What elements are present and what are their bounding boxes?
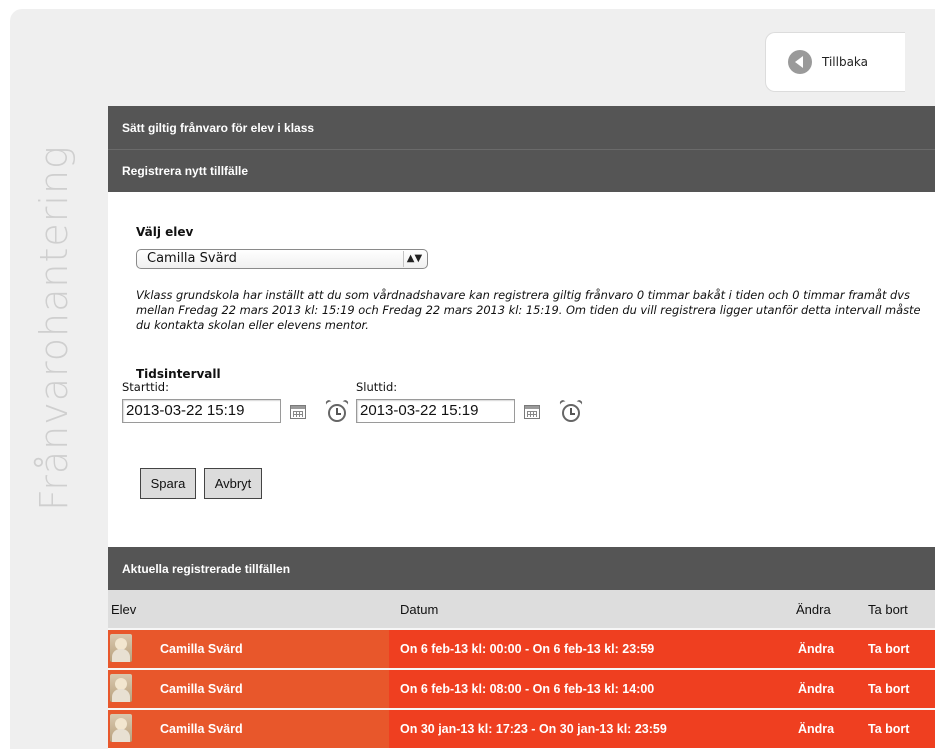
info-text: Vklass grundskola har inställt att du so…: [136, 288, 921, 332]
top-strip: [0, 0, 935, 8]
row-student-name[interactable]: Camilla Svärd: [160, 710, 243, 748]
row-delete-link[interactable]: Ta bort: [868, 710, 909, 748]
student-avatar: [110, 674, 132, 702]
row-date: On 6 feb-13 kl: 00:00 - On 6 feb-13 kl: …: [400, 642, 655, 656]
table-row[interactable]: Camilla Svärd On 6 feb-13 kl: 08:00 - On…: [108, 668, 935, 708]
register-form: Välj elev Camilla Svärd ▲▼ Vklass grunds…: [108, 192, 935, 547]
elev-cell: [108, 670, 388, 708]
table-row[interactable]: Camilla Svärd On 6 feb-13 kl: 00:00 - On…: [108, 628, 935, 668]
elev-cell: [108, 630, 388, 668]
row-edit-link[interactable]: Ändra: [798, 670, 834, 708]
up-down-arrows-icon: ▲▼: [403, 251, 425, 267]
table-header: Elev Datum Ändra Ta bort: [108, 590, 935, 628]
elev-cell: [108, 710, 388, 748]
student-avatar: [110, 714, 132, 742]
row-edit-link[interactable]: Ändra: [798, 710, 834, 748]
start-clock-icon[interactable]: [326, 400, 348, 424]
start-time-input[interactable]: 2013-03-22 15:19: [122, 399, 281, 423]
column-header-elev: Elev: [111, 601, 137, 617]
sidebar-title: Frånvarohantering: [24, 118, 84, 538]
save-button[interactable]: Spara: [140, 468, 196, 499]
row-date: On 30 jan-13 kl: 17:23 - On 30 jan-13 kl…: [400, 722, 667, 736]
section-header-set-absence: Sätt giltig frånvaro för elev i klass: [108, 106, 935, 149]
back-button[interactable]: Tillbaka: [765, 32, 905, 92]
end-time-label: Sluttid:: [356, 380, 398, 394]
start-calendar-icon[interactable]: [290, 405, 306, 419]
left-arrow-circle-icon: [788, 50, 812, 74]
clock-face: [562, 404, 580, 422]
end-time-input[interactable]: 2013-03-22 15:19: [356, 399, 515, 423]
clock-face: [328, 404, 346, 422]
back-button-label: Tillbaka: [822, 55, 869, 69]
row-delete-link[interactable]: Ta bort: [868, 630, 909, 668]
row-delete-link[interactable]: Ta bort: [868, 670, 909, 708]
row-student-name[interactable]: Camilla Svärd: [160, 630, 243, 668]
start-time-label: Starttid:: [122, 380, 169, 394]
choose-student-label: Välj elev: [136, 225, 194, 239]
row-student-name[interactable]: Camilla Svärd: [160, 670, 243, 708]
column-header-datum: Datum: [400, 601, 439, 617]
content-area: Sätt giltig frånvaro för elev i klass Re…: [108, 106, 935, 749]
sidebar-title-text: Frånvarohantering: [32, 145, 76, 511]
student-select-value: Camilla Svärd: [147, 251, 237, 266]
column-header-andra: Ändra: [796, 601, 831, 617]
section-header-register-new: Registrera nytt tillfälle: [108, 149, 935, 192]
time-interval-label: Tidsintervall: [136, 367, 221, 381]
table-row[interactable]: Camilla Svärd On 30 jan-13 kl: 17:23 - O…: [108, 708, 935, 748]
cancel-button[interactable]: Avbryt: [204, 468, 262, 499]
student-avatar: [110, 634, 132, 662]
end-clock-icon[interactable]: [560, 400, 582, 424]
end-calendar-icon[interactable]: [524, 405, 540, 419]
section-header-current-registered: Aktuella registrerade tillfällen: [108, 547, 935, 590]
student-select[interactable]: Camilla Svärd ▲▼: [136, 249, 428, 269]
column-header-ta-bort: Ta bort: [868, 601, 908, 617]
row-date: On 6 feb-13 kl: 08:00 - On 6 feb-13 kl: …: [400, 682, 655, 696]
row-edit-link[interactable]: Ändra: [798, 630, 834, 668]
